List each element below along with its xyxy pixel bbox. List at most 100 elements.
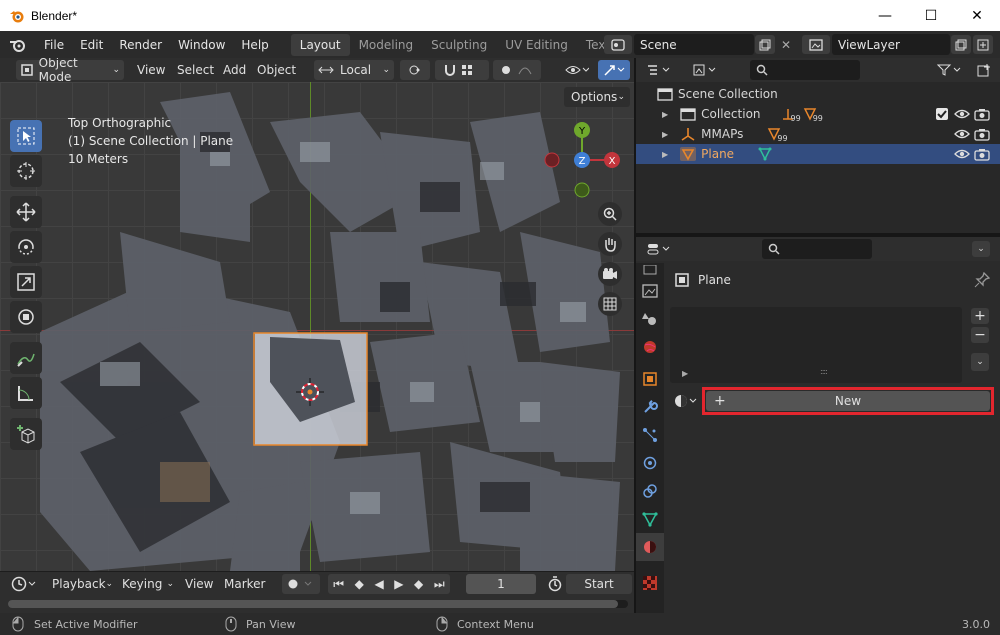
3d-cursor-icon[interactable] (296, 378, 324, 406)
new-collection-icon[interactable] (974, 60, 994, 80)
tool-cursor[interactable] (10, 155, 42, 187)
timeline-editor-type-dropdown[interactable] (8, 574, 42, 594)
new-scene-icon[interactable] (755, 35, 775, 54)
timeline-scrubber[interactable] (8, 600, 628, 608)
material-specials-dropdown[interactable]: ⌄ (971, 353, 989, 371)
chevron-down-icon[interactable]: ⌄ (972, 241, 990, 257)
tool-move[interactable] (10, 196, 42, 228)
gizmo-toggle-button[interactable] (598, 60, 630, 80)
tab-modifiers[interactable] (636, 393, 664, 421)
remove-view-layer-icon[interactable] (973, 35, 993, 54)
camera-render-icon[interactable] (974, 127, 990, 141)
next-keyframe-icon[interactable]: ◆ (414, 577, 423, 591)
tab-sculpting[interactable]: Sculpting (422, 34, 496, 56)
camera-render-icon[interactable] (974, 107, 990, 121)
keying-dropdown[interactable]: Keying ⌄ (116, 574, 176, 594)
tab-output[interactable] (636, 277, 664, 305)
expand-arrow-icon[interactable]: ▶ (662, 150, 668, 159)
camera-view-icon[interactable] (598, 262, 622, 286)
tab-uv-editing[interactable]: UV Editing (496, 34, 577, 56)
delete-scene-icon[interactable]: ✕ (777, 35, 795, 54)
expand-arrow-icon[interactable]: ▶ (682, 369, 688, 378)
auto-keying-button[interactable] (282, 574, 320, 594)
minimize-button[interactable]: — (862, 0, 908, 31)
3d-viewport[interactable]: Object Mode ⌄ View Select Add Object Loc… (0, 58, 634, 571)
start-frame-field[interactable]: Start (566, 574, 632, 594)
object-mode-dropdown[interactable]: Object Mode ⌄ (16, 58, 124, 84)
outliner-row-collection[interactable]: ▶ Collection 99 99 (636, 104, 1000, 124)
stopwatch-icon[interactable] (544, 574, 566, 594)
viewport-menu-object[interactable]: Object (257, 63, 296, 77)
eye-visibility-icon[interactable] (954, 108, 970, 120)
scene-name-field[interactable]: Scene (634, 34, 754, 55)
proportional-editing-button[interactable] (493, 60, 541, 80)
properties-search-input[interactable] (762, 239, 872, 259)
checkbox-checked-icon[interactable] (935, 107, 949, 121)
view-layer-field[interactable]: ViewLayer (832, 34, 950, 55)
remove-material-slot-button[interactable]: − (971, 327, 989, 343)
timeline-scroll-thumb[interactable] (8, 600, 618, 608)
transform-orientation-dropdown[interactable]: Local ⌄ (314, 60, 394, 80)
tool-add-cube[interactable] (10, 418, 42, 450)
view-layer-selector-icon[interactable] (802, 35, 830, 54)
add-material-slot-button[interactable]: + (971, 308, 989, 324)
menu-render[interactable]: Render (111, 34, 170, 56)
perspective-grid-icon[interactable] (598, 292, 622, 316)
editor-type-dropdown[interactable] (642, 60, 678, 80)
tool-select[interactable] (10, 120, 42, 152)
timeline-menu-marker[interactable]: Marker (224, 577, 265, 591)
zoom-icon[interactable] (598, 202, 622, 226)
tab-layout[interactable]: Layout (290, 33, 350, 56)
tab-texture[interactable] (636, 569, 664, 597)
navigation-gizmo[interactable]: Y Z X (538, 118, 628, 208)
tab-physics[interactable] (636, 449, 664, 477)
tab-data[interactable] (636, 505, 664, 533)
scene-selector-icon[interactable] (604, 35, 632, 54)
eye-visibility-icon[interactable] (954, 128, 970, 140)
tab-particles[interactable] (636, 421, 664, 449)
pivot-point-button[interactable] (400, 60, 430, 80)
jump-start-icon[interactable]: ⏮ (333, 577, 344, 592)
tool-annotate[interactable] (10, 342, 42, 374)
outliner-search-input[interactable] (750, 60, 860, 80)
eye-visibility-icon[interactable] (954, 148, 970, 160)
outliner-row-scene-collection[interactable]: Scene Collection (636, 84, 1000, 104)
close-window-button[interactable]: ✕ (954, 0, 1000, 31)
expand-arrow-icon[interactable]: ▶ (662, 130, 668, 139)
maximize-button[interactable]: ☐ (908, 0, 954, 31)
play-reverse-icon[interactable]: ◀ (374, 577, 383, 591)
playback-dropdown[interactable]: Playback ⌄ (46, 574, 114, 594)
timeline-menu-view[interactable]: View (185, 577, 213, 591)
browse-material-dropdown[interactable] (672, 391, 702, 411)
pin-icon[interactable] (974, 272, 990, 288)
menu-file[interactable]: File (36, 34, 72, 56)
tab-constraints[interactable] (636, 477, 664, 505)
tab-world[interactable] (636, 333, 664, 361)
outliner-row-mmaps[interactable]: ▶ MMAPs 99 (636, 124, 1000, 144)
properties-editor-type-dropdown[interactable] (642, 239, 678, 259)
tool-rotate[interactable] (10, 231, 42, 263)
blender-menu-icon[interactable] (0, 38, 36, 52)
viewport-menu-select[interactable]: Select (177, 63, 214, 77)
current-frame-field[interactable]: 1 (466, 574, 536, 594)
menu-window[interactable]: Window (170, 34, 233, 56)
visibility-dropdown[interactable] (560, 60, 594, 80)
tab-scene[interactable] (636, 305, 664, 333)
list-resize-handle[interactable]: :::: (820, 367, 828, 376)
display-mode-dropdown[interactable] (688, 60, 724, 80)
snapping-button[interactable] (435, 60, 489, 80)
tool-transform[interactable] (10, 301, 42, 333)
outliner-row-plane[interactable]: ▶ Plane (636, 144, 1000, 164)
material-slot-list[interactable]: ▶ :::: (670, 307, 962, 383)
prev-keyframe-icon[interactable]: ◆ (355, 577, 364, 591)
viewport-menu-add[interactable]: Add (223, 63, 246, 77)
play-icon[interactable]: ▶ (394, 577, 403, 591)
pan-hand-icon[interactable] (598, 232, 622, 256)
menu-help[interactable]: Help (233, 34, 276, 56)
camera-render-icon[interactable] (974, 147, 990, 161)
jump-end-icon[interactable]: ⏭ (434, 577, 445, 592)
tab-modeling[interactable]: Modeling (350, 34, 423, 56)
filter-dropdown[interactable] (932, 60, 968, 80)
tab-object[interactable] (636, 365, 664, 393)
tool-scale[interactable] (10, 266, 42, 298)
